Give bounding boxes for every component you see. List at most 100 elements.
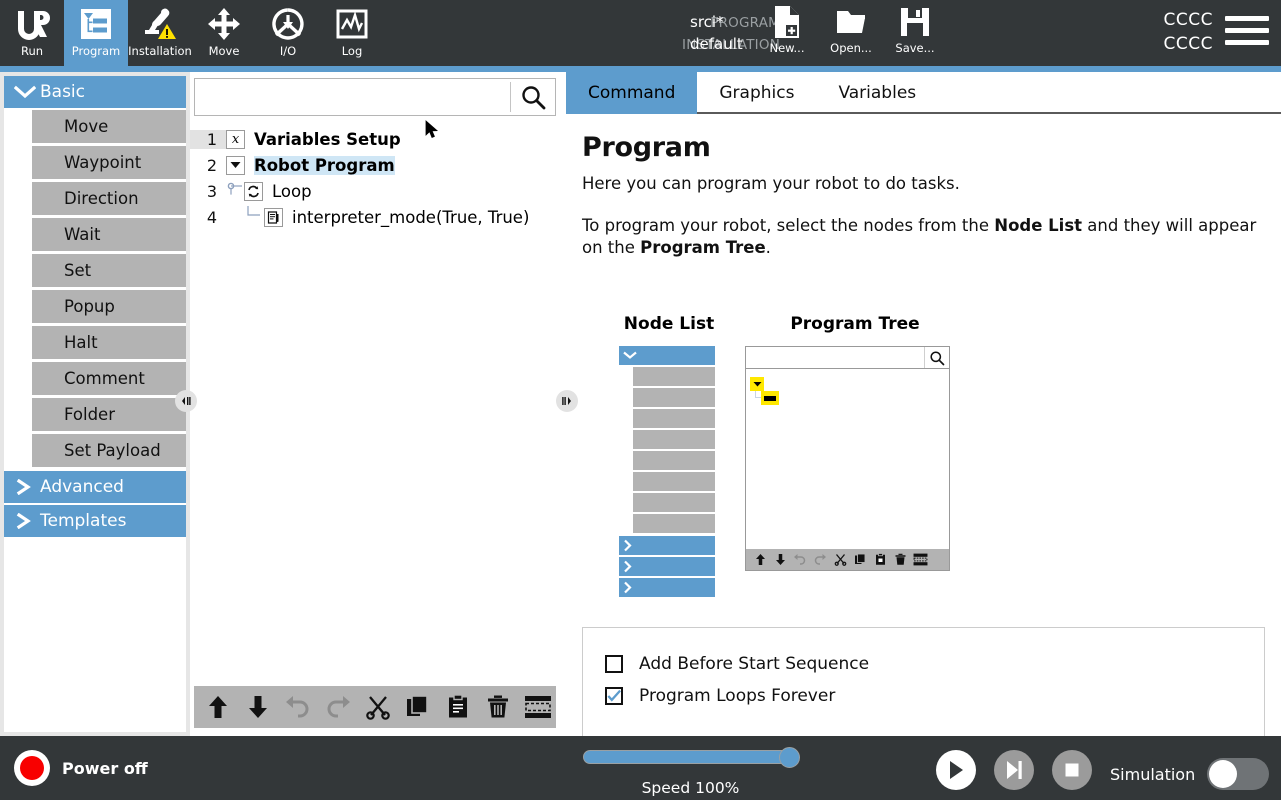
- sidebar-item-set[interactable]: Set: [32, 254, 186, 287]
- sidebar-item-popup[interactable]: Popup: [32, 290, 186, 323]
- save-floppy-icon: [900, 4, 930, 40]
- arrow-down-icon[interactable]: [240, 688, 275, 726]
- tab-command[interactable]: Command: [566, 72, 698, 114]
- row-number: 4: [206, 207, 217, 227]
- play-icon[interactable]: [936, 750, 976, 790]
- search-icon[interactable]: [511, 83, 555, 111]
- undo-icon[interactable]: [280, 688, 315, 726]
- sidebar-group-advanced[interactable]: Advanced: [4, 471, 186, 503]
- option-add-before-start[interactable]: Add Before Start Sequence: [605, 648, 1264, 680]
- open-program-button[interactable]: Open...: [819, 4, 883, 62]
- chevron-right-icon: [10, 479, 40, 495]
- nav-item-run[interactable]: Run: [0, 0, 64, 66]
- checkbox-program-loops-forever[interactable]: [605, 687, 623, 705]
- program-tree-search-input[interactable]: [195, 79, 510, 115]
- file-action-buttons: New... Open... Save...: [755, 4, 947, 62]
- option-program-loops-forever[interactable]: Program Loops Forever: [605, 680, 1264, 712]
- illustration-program-tree: Program Tree: [745, 314, 965, 571]
- sidebar-item-folder[interactable]: Folder: [32, 398, 186, 431]
- program-tree-toolbar: [194, 686, 556, 728]
- mini-tree-body: [746, 369, 949, 540]
- trash-icon: [891, 551, 909, 569]
- row-label: interpreter_mode(True, True): [292, 207, 530, 227]
- sidebar-item-label: Waypoint: [64, 153, 142, 172]
- power-button[interactable]: Power off: [14, 750, 148, 786]
- stop-icon[interactable]: [1052, 750, 1092, 790]
- simulation-toggle[interactable]: [1207, 758, 1270, 790]
- node-list-inner: Basic Move Waypoint Direction Wait Set P…: [4, 76, 186, 732]
- option-label: Add Before Start Sequence: [639, 654, 870, 674]
- sidebar-item-label: Popup: [64, 297, 115, 316]
- save-program-button[interactable]: Save...: [883, 4, 947, 62]
- sidebar-group-label-templates: Templates: [40, 511, 127, 531]
- sidebar-item-wait[interactable]: Wait: [32, 218, 186, 251]
- chevron-right-icon: [624, 560, 632, 573]
- transport-controls: [936, 750, 1092, 790]
- chevron-right-icon: [624, 581, 632, 594]
- checkbox-add-before-start[interactable]: [605, 655, 623, 673]
- instruction-part-a: To program your robot, select the nodes …: [582, 216, 995, 235]
- suppress-icon: [911, 551, 929, 569]
- arrow-up-icon[interactable]: [200, 688, 235, 726]
- new-program-button[interactable]: New...: [755, 4, 819, 62]
- sidebar-group-templates[interactable]: Templates: [4, 505, 186, 537]
- sidebar-splitter-handle[interactable]: [175, 390, 197, 412]
- nav-label-installation: Installation: [128, 44, 192, 58]
- scissors-icon[interactable]: [360, 688, 395, 726]
- table-row[interactable]: 2 Robot Program: [190, 152, 562, 178]
- table-row[interactable]: 3 Loop: [190, 178, 562, 204]
- program-name-value: srci*: [690, 13, 724, 31]
- io-dial-icon: [268, 5, 308, 43]
- script-icon: [264, 207, 283, 227]
- power-indicator-icon: [14, 750, 50, 786]
- table-row[interactable]: 4 interpreter_mode(True, True): [190, 204, 562, 230]
- nav-item-program[interactable]: Program: [64, 0, 128, 66]
- checkmark-icon: [607, 689, 621, 702]
- trash-icon[interactable]: [481, 688, 516, 726]
- program-tree-search-box[interactable]: [194, 78, 556, 116]
- collapse-triangle-icon[interactable]: [226, 155, 245, 175]
- tab-label: Command: [588, 83, 676, 103]
- sidebar-group-basic[interactable]: Basic: [4, 76, 186, 108]
- top-header-bar: Run Program Installation Move I/O Log PR…: [0, 0, 1281, 66]
- instruction-paragraph: To program your robot, select the nodes …: [582, 215, 1265, 259]
- hamburger-menu-icon[interactable]: [1225, 16, 1269, 50]
- illustration-node-list: Node List: [619, 314, 719, 597]
- variables-x-icon: x: [226, 129, 245, 149]
- speed-slider-knob[interactable]: [779, 747, 800, 768]
- mini-node-row: [633, 430, 715, 449]
- mini-node-row: [633, 493, 715, 512]
- clipboard-paste-icon[interactable]: [441, 688, 476, 726]
- nav-item-io[interactable]: I/O: [256, 0, 320, 66]
- tab-graphics[interactable]: Graphics: [697, 72, 816, 114]
- footer-status-bar: Power off Speed 100% Simulation: [0, 736, 1281, 800]
- row-number: 1: [190, 129, 226, 149]
- tree-panel-splitter-handle[interactable]: [556, 390, 578, 412]
- nav-item-move[interactable]: Move: [192, 0, 256, 66]
- suppress-icon[interactable]: [521, 688, 556, 726]
- sidebar-item-direction[interactable]: Direction: [32, 182, 186, 215]
- mini-group-collapsed: [619, 578, 715, 597]
- sidebar-item-comment[interactable]: Comment: [32, 362, 186, 395]
- mini-tree-search-field: [746, 347, 925, 368]
- row-number: 2: [206, 155, 217, 175]
- account-line-1: CCCC: [1163, 10, 1213, 30]
- scissors-icon: [831, 551, 849, 569]
- speed-slider[interactable]: [583, 747, 800, 768]
- nav-label-log: I/O: [279, 44, 297, 58]
- sidebar-item-move[interactable]: Move: [32, 110, 186, 143]
- redo-icon[interactable]: [320, 688, 355, 726]
- log-waveform-icon: [332, 5, 372, 43]
- sidebar-item-waypoint[interactable]: Waypoint: [32, 146, 186, 179]
- copy-icon[interactable]: [401, 688, 436, 726]
- nav-item-installation[interactable]: Installation: [128, 0, 192, 66]
- tab-variables[interactable]: Variables: [816, 72, 938, 114]
- mini-node-icon: [761, 391, 779, 405]
- sidebar-item-set-payload[interactable]: Set Payload: [32, 434, 186, 467]
- step-icon[interactable]: [994, 750, 1034, 790]
- instruction-part-e: .: [765, 238, 771, 257]
- table-row[interactable]: 1 x Variables Setup: [190, 126, 562, 152]
- sidebar-item-halt[interactable]: Halt: [32, 326, 186, 359]
- clipboard-paste-icon: [871, 551, 889, 569]
- nav-item-log[interactable]: Log: [320, 0, 384, 66]
